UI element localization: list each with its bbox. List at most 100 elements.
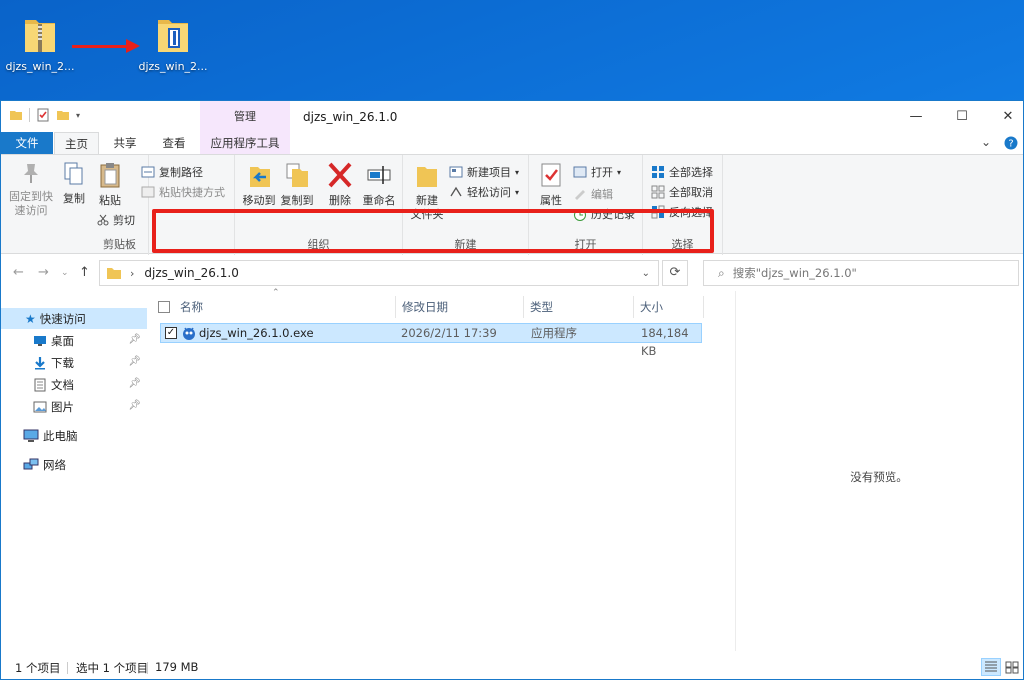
delete-button[interactable]: 删除 (323, 161, 357, 208)
rename-button[interactable]: 重命名 (357, 161, 401, 208)
delete-label: 删除 (329, 194, 351, 207)
status-size: 179 MB (155, 660, 199, 674)
help-icon[interactable]: ? (1004, 136, 1018, 150)
copy-to-icon (286, 163, 308, 187)
table-row[interactable]: ✓ djzs_win_26.1.0.exe 2026/2/11 17:39 应用… (160, 323, 702, 358)
quick-access-toolbar: ▾ (9, 108, 80, 122)
tab-app-tools[interactable]: 应用程序工具 (200, 132, 290, 154)
back-arrow-icon[interactable]: ← (13, 265, 24, 280)
desktop-zip-file[interactable]: djzs_win_2... (5, 14, 75, 73)
close-button[interactable]: ✕ (985, 101, 1024, 132)
column-header-type[interactable]: 类型 (524, 296, 634, 318)
copy-to-button[interactable]: 复制到 (277, 161, 317, 208)
dropdown-icon: ▾ (515, 167, 520, 177)
tab-view[interactable]: 查看 (152, 132, 196, 154)
nav-quick-access[interactable]: ★ 快速访问 (1, 308, 147, 329)
tab-home[interactable]: 主页 (54, 132, 99, 154)
status-item-count: 1 个项目 (15, 661, 61, 675)
folder-icon (158, 20, 188, 52)
move-to-icon (250, 167, 270, 187)
ribbon-expand-icon[interactable]: ⌄ (981, 135, 991, 149)
new-item-label: 新建项目 (467, 166, 511, 179)
large-icons-view-icon (1005, 661, 1019, 674)
move-to-label: 移动到 (242, 194, 276, 207)
nav-pictures[interactable]: 图片 📌︎ (1, 396, 147, 417)
desktop-icon-label: djzs_win_2... (5, 60, 75, 73)
desktop-folder[interactable]: djzs_win_2... (138, 14, 208, 73)
minimize-button[interactable]: — (893, 101, 939, 132)
select-none-label: 全部取消 (669, 186, 713, 199)
status-divider (67, 662, 68, 674)
nav-desktop[interactable]: 桌面 📌︎ (1, 330, 147, 351)
pin-icon[interactable]: 📌︎ (128, 400, 141, 411)
open-icon (573, 166, 587, 178)
column-header-size[interactable]: 大小 (634, 296, 704, 318)
breadcrumb-chevron-icon[interactable]: › (130, 267, 134, 280)
recent-dropdown-icon[interactable]: ⌄ (61, 268, 69, 278)
tab-share[interactable]: 共享 (104, 132, 146, 154)
properties-check-icon[interactable] (36, 108, 50, 122)
up-arrow-icon[interactable]: ↑ (79, 265, 90, 280)
file-modified: 2026/2/11 17:39 (401, 326, 497, 340)
address-dropdown-icon[interactable]: ⌄ (642, 268, 650, 279)
window-title: djzs_win_26.1.0 (303, 110, 398, 124)
tab-file[interactable]: 文件 (1, 132, 53, 154)
cut-button[interactable]: 剪切 (97, 211, 135, 229)
explorer-window: ▾ 管理 djzs_win_26.1.0 — ☐ ✕ 文件 主页 共享 查看 应… (0, 100, 1024, 680)
rename-label: 重命名 (362, 194, 396, 207)
nav-this-pc[interactable]: 此电脑 (1, 425, 147, 446)
file-list: ⌃ 名称 修改日期 类型 大小 ✓ djzs_win_26.1.0.exe 20… (148, 288, 734, 646)
file-size: 184,184 KB (641, 326, 689, 358)
easy-access-button[interactable]: 轻松访问 ▾ (449, 183, 519, 201)
paste-button[interactable]: 粘贴 (93, 161, 127, 208)
select-all-button[interactable]: 全部选择 (651, 163, 713, 181)
computer-icon (23, 429, 39, 442)
delete-x-icon (328, 162, 352, 188)
details-view-button[interactable] (981, 658, 1001, 676)
file-name: djzs_win_26.1.0.exe (199, 326, 314, 340)
select-all-checkbox[interactable] (158, 301, 170, 313)
nav-label: 文档 (51, 377, 74, 392)
pin-icon[interactable]: 📌︎ (128, 334, 141, 345)
move-to-button[interactable]: 移动到 (239, 161, 279, 208)
forward-arrow-icon[interactable]: → (38, 265, 49, 280)
pin-icon[interactable]: 📌︎ (128, 378, 141, 389)
download-icon (35, 356, 45, 369)
picture-icon (33, 401, 47, 412)
paste-icon (100, 163, 120, 188)
new-item-button[interactable]: 新建项目 ▾ (449, 163, 519, 181)
manage-label: 管理 (234, 110, 256, 123)
new-folder-icon[interactable] (56, 108, 70, 122)
refresh-button[interactable]: ⟳ (662, 260, 688, 286)
nav-downloads[interactable]: 下载 📌︎ (1, 352, 147, 373)
ribbon-tabs: 文件 主页 共享 查看 应用程序工具 ⌄ ? (1, 132, 1023, 154)
copy-button[interactable]: 复制 (59, 161, 89, 206)
nav-network[interactable]: 网络 (1, 454, 147, 475)
manage-context-header[interactable]: 管理 (200, 101, 290, 132)
nav-label: 图片 (51, 399, 74, 414)
column-header-name[interactable]: 名称 (174, 296, 396, 318)
breadcrumb[interactable]: djzs_win_26.1.0 (144, 266, 238, 280)
open-button[interactable]: 打开 ▾ (573, 163, 621, 181)
pin-quick-access-button[interactable]: 固定到快 速访问 (5, 161, 57, 218)
nav-label: 桌面 (51, 333, 74, 348)
edit-button[interactable]: 编辑 (573, 185, 613, 203)
column-header-checkbox[interactable] (148, 296, 174, 318)
pin-icon[interactable]: 📌︎ (128, 356, 141, 367)
address-bar[interactable]: › djzs_win_26.1.0 ⌄ (99, 260, 659, 286)
properties-label: 属性 (540, 194, 562, 207)
qat-dropdown-icon[interactable]: ▾ (76, 111, 80, 120)
new-item-icon (449, 166, 463, 178)
nav-documents[interactable]: 文档 📌︎ (1, 374, 147, 395)
status-selected: 选中 1 个项目 (76, 661, 149, 675)
address-row: ← → ⌄ ↑ › djzs_win_26.1.0 ⌄ ⟳ ⌕ 搜索"djzs_… (1, 259, 1023, 287)
open-label: 打开 (591, 166, 613, 179)
column-header-modified[interactable]: 修改日期 (396, 296, 524, 318)
search-input[interactable]: ⌕ 搜索"djzs_win_26.1.0" (703, 260, 1019, 286)
large-icons-view-button[interactable] (1002, 658, 1022, 676)
row-checkbox[interactable]: ✓ (165, 327, 177, 339)
maximize-button[interactable]: ☐ (939, 101, 985, 132)
properties-button[interactable]: 属性 (533, 161, 569, 208)
select-none-button[interactable]: 全部取消 (651, 183, 713, 201)
folder-icon[interactable] (9, 108, 23, 122)
